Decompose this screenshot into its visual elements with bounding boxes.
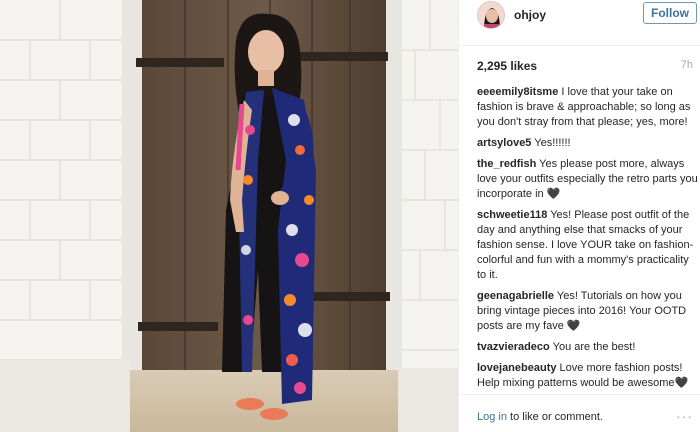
instagram-post-view: ohjoy Follow 2,295 likes 7h eeeemily8its… (0, 0, 700, 432)
comment-username[interactable]: eeeemily8itsme (477, 86, 558, 98)
comment-item: the_redfish Yes please post more, always… (477, 157, 699, 202)
comment-username[interactable]: artsylove5 (477, 137, 531, 149)
avatar-image (478, 2, 504, 28)
user-avatar[interactable] (477, 1, 505, 29)
post-time[interactable]: 7h (681, 59, 693, 71)
post-photo[interactable] (0, 0, 458, 432)
comment-item: artsylove5 Yes!!!!!! (477, 136, 699, 151)
comment-item: lovejanebeauty Love more fashion posts! … (477, 361, 699, 391)
comment-item: geenagabrielle Yes! Tutorials on how you… (477, 289, 699, 334)
likes-count[interactable]: 2,295 likes (477, 59, 537, 73)
comment-username[interactable]: lovejanebeauty (477, 362, 556, 374)
login-link[interactable]: Log in (477, 411, 507, 423)
more-options-icon[interactable]: ··· (676, 408, 693, 424)
post-photo-image (0, 0, 458, 432)
username[interactable]: ohjoy (514, 8, 546, 22)
login-prompt-text: to like or comment. (506, 411, 603, 423)
login-prompt: Log in to like or comment. (477, 411, 603, 423)
comment-item: schweetie118 Yes! Please post outfit of … (477, 208, 699, 283)
comment-username[interactable]: tvazvieradeco (477, 341, 550, 353)
post-meta: 2,295 likes 7h (477, 59, 699, 75)
comment-item: eeeemily8itsme I love that your take on … (477, 85, 699, 130)
comment-text: You are the best! (552, 341, 636, 353)
post-details-panel: ohjoy Follow 2,295 likes 7h eeeemily8its… (458, 0, 700, 432)
post-header: ohjoy Follow (459, 0, 700, 46)
comment-item: tvazvieradeco You are the best! (477, 340, 699, 355)
comment-text: Yes!!!!!! (534, 137, 571, 149)
comment-list: eeeemily8itsme I love that your take on … (477, 85, 699, 397)
comment-username[interactable]: schweetie118 (477, 209, 547, 221)
follow-button[interactable]: Follow (643, 2, 697, 24)
post-footer: Log in to like or comment. ··· (459, 394, 700, 432)
comment-username[interactable]: the_redfish (477, 158, 536, 170)
comment-username[interactable]: geenagabrielle (477, 290, 554, 302)
